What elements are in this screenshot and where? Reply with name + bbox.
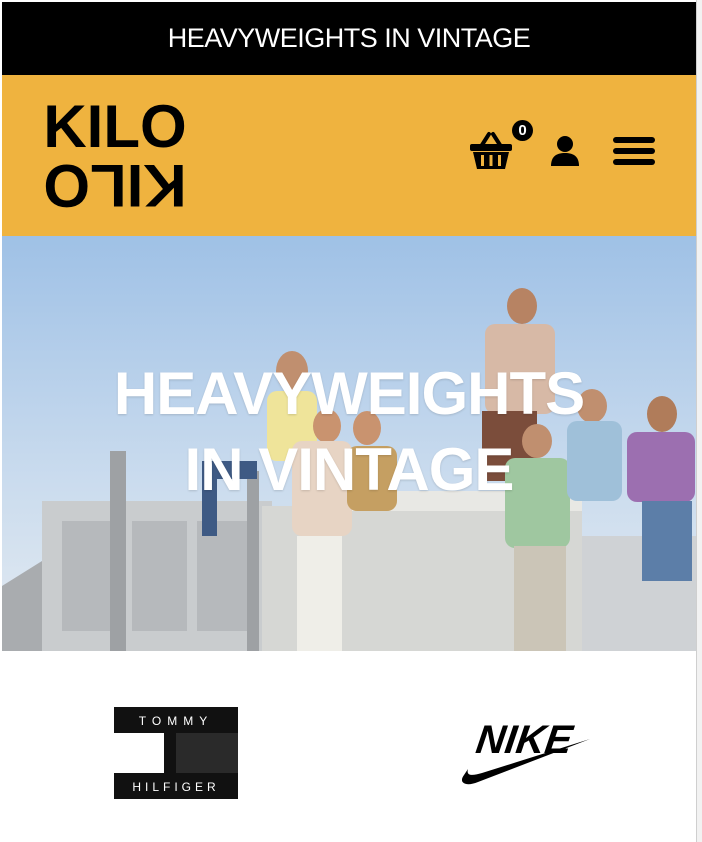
tommy-logo-text-bottom: HILFIGER bbox=[132, 780, 219, 794]
site-header: KILO KILO 0 bbox=[2, 75, 696, 236]
announcement-text: HEAVYWEIGHTS IN VINTAGE bbox=[167, 23, 531, 53]
hero-title-line-1: HEAVYWEIGHTS bbox=[113, 360, 585, 427]
cart-count-badge: 0 bbox=[512, 120, 533, 141]
nike-logo-text: NIKE bbox=[473, 717, 576, 762]
kilo-kilo-logo[interactable]: KILO KILO bbox=[40, 97, 190, 215]
menu-button[interactable] bbox=[613, 135, 655, 167]
page: HEAVYWEIGHTS IN VINTAGE KILO KILO 0 HEAV… bbox=[2, 2, 696, 842]
menu-icon bbox=[613, 137, 655, 165]
cart-button[interactable] bbox=[468, 131, 514, 171]
tommy-hilfiger-logo[interactable]: TOMMY HILFIGER bbox=[114, 707, 238, 799]
account-icon bbox=[551, 136, 579, 166]
edge-divider bbox=[696, 0, 697, 842]
hero-title: HEAVYWEIGHTS IN VINTAGE bbox=[2, 356, 696, 508]
hero-banner[interactable]: HEAVYWEIGHTS IN VINTAGE bbox=[2, 236, 696, 651]
brand-logos-section: TOMMY HILFIGER NIKE bbox=[2, 651, 696, 842]
tommy-logo-text-top: TOMMY bbox=[139, 714, 213, 728]
hero-title-line-2: IN VINTAGE bbox=[184, 436, 515, 503]
logo-top-text: KILO bbox=[43, 97, 186, 160]
cart-icon bbox=[470, 132, 512, 169]
announcement-bar: HEAVYWEIGHTS IN VINTAGE bbox=[2, 2, 696, 75]
logo-mirrored-text: KILO bbox=[43, 152, 186, 215]
account-button[interactable] bbox=[550, 135, 580, 167]
nike-logo[interactable]: NIKE bbox=[458, 715, 592, 787]
